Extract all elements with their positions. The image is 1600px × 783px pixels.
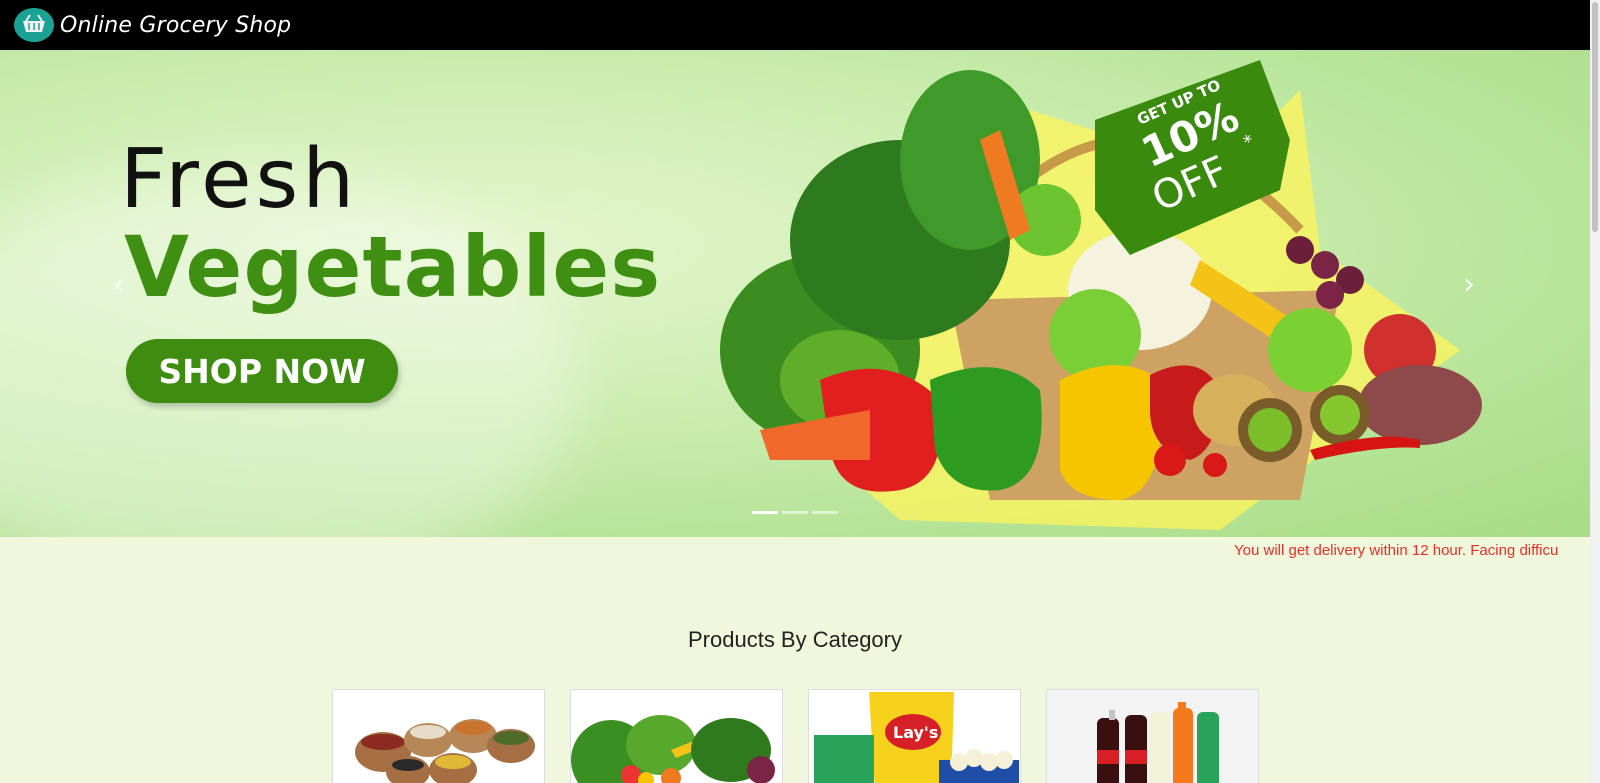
chevron-left-icon[interactable]: ‹: [104, 270, 134, 300]
grains-image: [333, 690, 544, 783]
hero-title-fresh: Fresh: [120, 132, 359, 227]
carousel-indicator-1[interactable]: [752, 511, 778, 514]
shop-now-button[interactable]: SHOP NOW: [126, 339, 398, 403]
section-title: Products By Category: [688, 627, 902, 652]
carousel-indicator-3[interactable]: [812, 511, 838, 514]
basket-icon[interactable]: [14, 8, 54, 42]
hero-title-vegetables: Vegetables: [124, 218, 662, 316]
snacks-category-card[interactable]: Lay's: [808, 689, 1021, 783]
snacks-image: Lay's: [809, 690, 1020, 783]
chevron-right-icon[interactable]: ›: [1454, 270, 1484, 300]
page-scrollbar[interactable]: [1590, 0, 1600, 783]
vegetables-image: [571, 690, 782, 783]
top-navbar: Online Grocery Shop: [0, 0, 1590, 50]
svg-text:Lay's: Lay's: [893, 723, 938, 742]
category-cards: Lay's: [332, 689, 1259, 783]
beverages-image: [1047, 690, 1258, 783]
delivery-ticker: You will get delivery within 12 hour. Fa…: [1234, 542, 1559, 559]
scrollbar-thumb[interactable]: [1592, 2, 1598, 232]
carousel-indicator-2[interactable]: [782, 511, 808, 514]
pulses-category-card[interactable]: [332, 689, 545, 783]
hero-carousel: GET UP TO 10% OFF * Fresh Vegetables SHO…: [0, 50, 1590, 537]
carousel-indicators: [752, 511, 838, 514]
brand-title[interactable]: Online Grocery Shop: [60, 13, 291, 38]
beverages-category-card[interactable]: [1046, 689, 1259, 783]
vegetables-category-card[interactable]: [570, 689, 783, 783]
